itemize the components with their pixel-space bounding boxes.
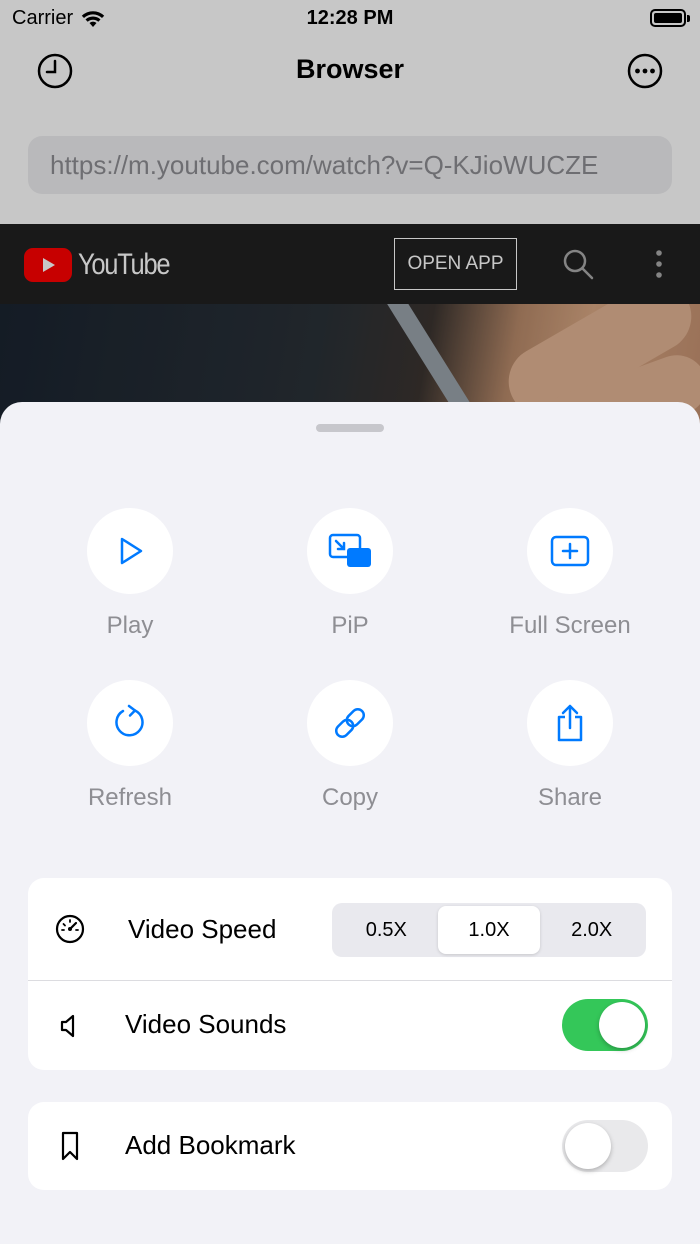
speed-segmented-control[interactable]: 0.5X 1.0X 2.0X [332,903,646,957]
full-screen-action[interactable]: Full Screen [470,508,670,640]
video-settings-card: Video Speed 0.5X 1.0X 2.0X Video Sounds [28,878,672,1070]
bookmark-card: Add Bookmark [28,1102,672,1190]
play-button[interactable] [87,508,173,594]
full-screen-label: Full Screen [509,612,631,639]
share-label: Share [537,784,603,811]
add-bookmark-toggle[interactable] [562,1120,648,1172]
video-speed-row: Video Speed 0.5X 1.0X 2.0X [28,878,672,980]
share-button[interactable] [527,680,613,766]
video-speed-label: Video Speed [128,914,277,944]
video-sounds-row: Video Sounds [28,981,672,1070]
video-sounds-label: Video Sounds [125,1009,287,1039]
bookmark-icon [61,1131,79,1161]
speedometer-icon [55,914,85,944]
pip-button[interactable] [307,508,393,594]
add-bookmark-row: Add Bookmark [28,1102,672,1190]
copy-button[interactable] [307,680,393,766]
copy-label: Copy [321,784,379,811]
share-action[interactable]: Share [470,680,670,812]
pip-label: PiP [331,612,369,639]
play-action[interactable]: Play [30,508,230,640]
refresh-icon [115,704,144,737]
speed-option-0-5x[interactable]: 0.5X [335,906,438,954]
speed-option-1-0x[interactable]: 1.0X [437,906,541,954]
copy-action[interactable]: Copy [250,680,450,812]
toggle-knob [565,1123,611,1169]
refresh-action[interactable]: Refresh [30,680,230,812]
refresh-label: Refresh [87,784,173,811]
action-sheet: Play PiP Full Screen Refresh Copy Share … [0,402,700,1244]
full-screen-button[interactable] [527,508,613,594]
speed-option-2-0x[interactable]: 2.0X [540,906,643,954]
sheet-grabber[interactable] [316,424,384,432]
video-sounds-toggle[interactable] [562,999,648,1051]
pip-icon [328,533,371,567]
play-label: Play [106,612,154,639]
speaker-icon [60,1014,75,1038]
share-icon [557,704,583,742]
full-screen-icon [550,535,590,567]
link-icon [334,707,366,739]
pip-action[interactable]: PiP [250,508,450,640]
toggle-knob [599,1002,645,1048]
play-icon [120,537,143,565]
refresh-button[interactable] [87,680,173,766]
add-bookmark-label: Add Bookmark [125,1130,296,1160]
